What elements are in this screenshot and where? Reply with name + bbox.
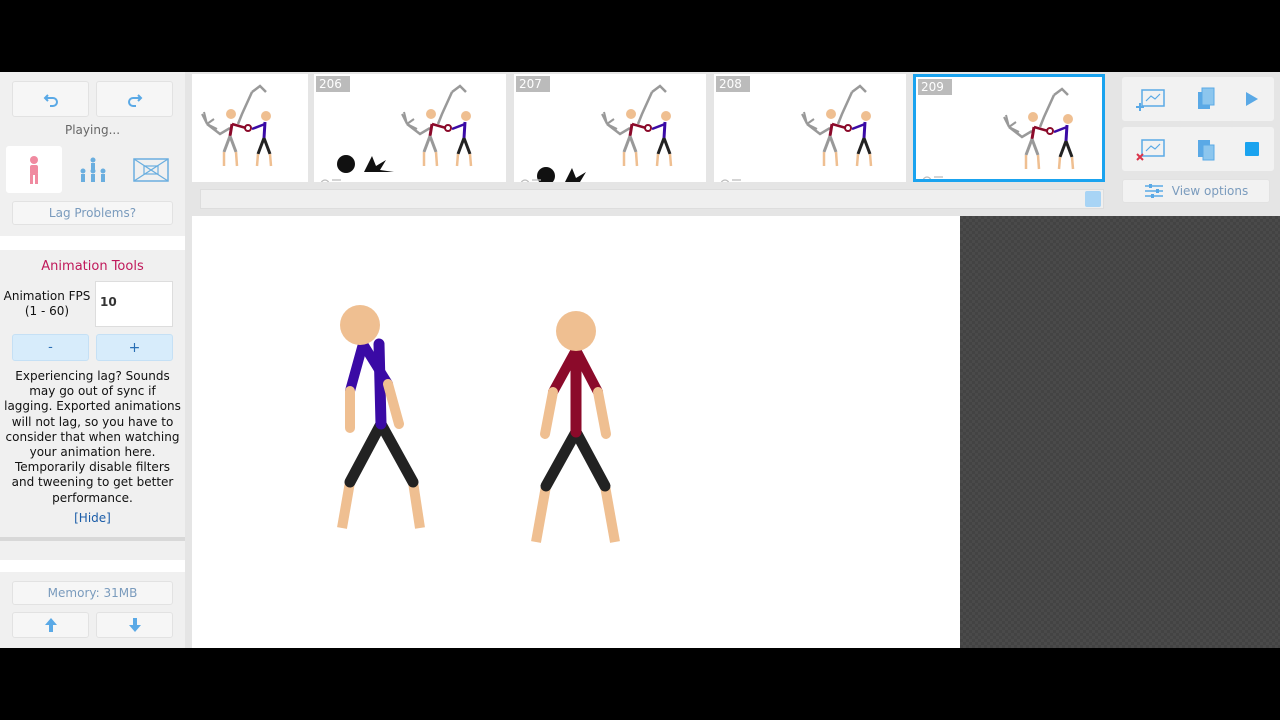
group-figures-icon [80, 157, 106, 182]
undo-icon [43, 94, 58, 107]
timeline-frame[interactable]: 206 [314, 74, 506, 182]
add-frame-icon [1136, 89, 1165, 111]
play-icon [1246, 92, 1258, 106]
app-window: Playing... Lag Problems? Animation Tools… [0, 72, 1280, 648]
fps-label: Animation FPS (1 - 60) [3, 289, 91, 318]
purple-stickfigure[interactable] [337, 305, 425, 529]
lag-help-text: Experiencing lag? Sounds may go out of s… [4, 369, 181, 505]
frame-number: 206 [316, 76, 350, 92]
red-stickfigure[interactable] [531, 311, 620, 543]
mode-bar [6, 146, 179, 193]
stop-button[interactable] [1230, 127, 1274, 171]
timeline-frame[interactable] [192, 74, 308, 182]
figure-icon [30, 155, 38, 184]
timeline-scroll-thumb[interactable] [1085, 191, 1101, 207]
fps-decrease-button[interactable]: - [12, 334, 89, 361]
divider [0, 560, 185, 572]
hide-link[interactable]: [Hide] [0, 511, 185, 525]
timeline-frame[interactable]: 208 [714, 74, 906, 182]
move-up-button[interactable] [12, 612, 89, 638]
stop-icon [1245, 142, 1259, 156]
view-options-button[interactable]: View options [1122, 179, 1270, 203]
divider [0, 537, 185, 541]
multi-figure-mode-button[interactable] [65, 146, 121, 193]
lag-problems-button[interactable]: Lag Problems? [12, 201, 173, 225]
frame-number: 208 [716, 76, 750, 92]
fps-input[interactable]: 10 [95, 281, 173, 327]
timeline: 206 207 208 209 [192, 72, 1105, 210]
add-frame-button[interactable] [1122, 77, 1182, 121]
copy-frame-button[interactable] [1178, 77, 1234, 121]
memory-indicator: Memory: 31MB [12, 581, 173, 605]
delete-frame-icon [1136, 139, 1165, 161]
paste-frame-button[interactable] [1178, 127, 1234, 171]
playback-status: Playing... [64, 123, 121, 137]
timeline-scrollbar[interactable] [200, 189, 1104, 209]
scene-mode-button[interactable] [123, 146, 179, 193]
scene-icon [133, 157, 169, 182]
timeline-frame[interactable]: 207 [514, 74, 706, 182]
play-button[interactable] [1230, 77, 1274, 121]
copy-icon [1198, 87, 1215, 109]
redo-button[interactable] [96, 81, 173, 117]
canvas-area [192, 216, 1280, 648]
animation-tools-title: Animation Tools [41, 259, 144, 274]
single-figure-mode-button[interactable] [6, 146, 62, 193]
undo-button[interactable] [12, 81, 89, 117]
redo-icon [127, 94, 142, 107]
frame-tools: View options [1110, 72, 1280, 210]
frame-number: 207 [516, 76, 550, 92]
divider [0, 236, 185, 250]
stage[interactable] [192, 216, 960, 648]
timeline-frame[interactable]: 209 [913, 74, 1105, 182]
paste-icon [1198, 140, 1215, 161]
sliders-icon [1144, 184, 1163, 198]
arrow-down-icon [128, 618, 141, 632]
arrow-up-icon [44, 618, 57, 632]
delete-frame-button[interactable] [1122, 127, 1182, 171]
frame-number: 209 [918, 79, 952, 95]
frame-thumbnail [201, 84, 273, 167]
fps-increase-button[interactable]: + [96, 334, 173, 361]
left-panel: Playing... Lag Problems? Animation Tools… [0, 72, 185, 648]
move-down-button[interactable] [96, 612, 173, 638]
